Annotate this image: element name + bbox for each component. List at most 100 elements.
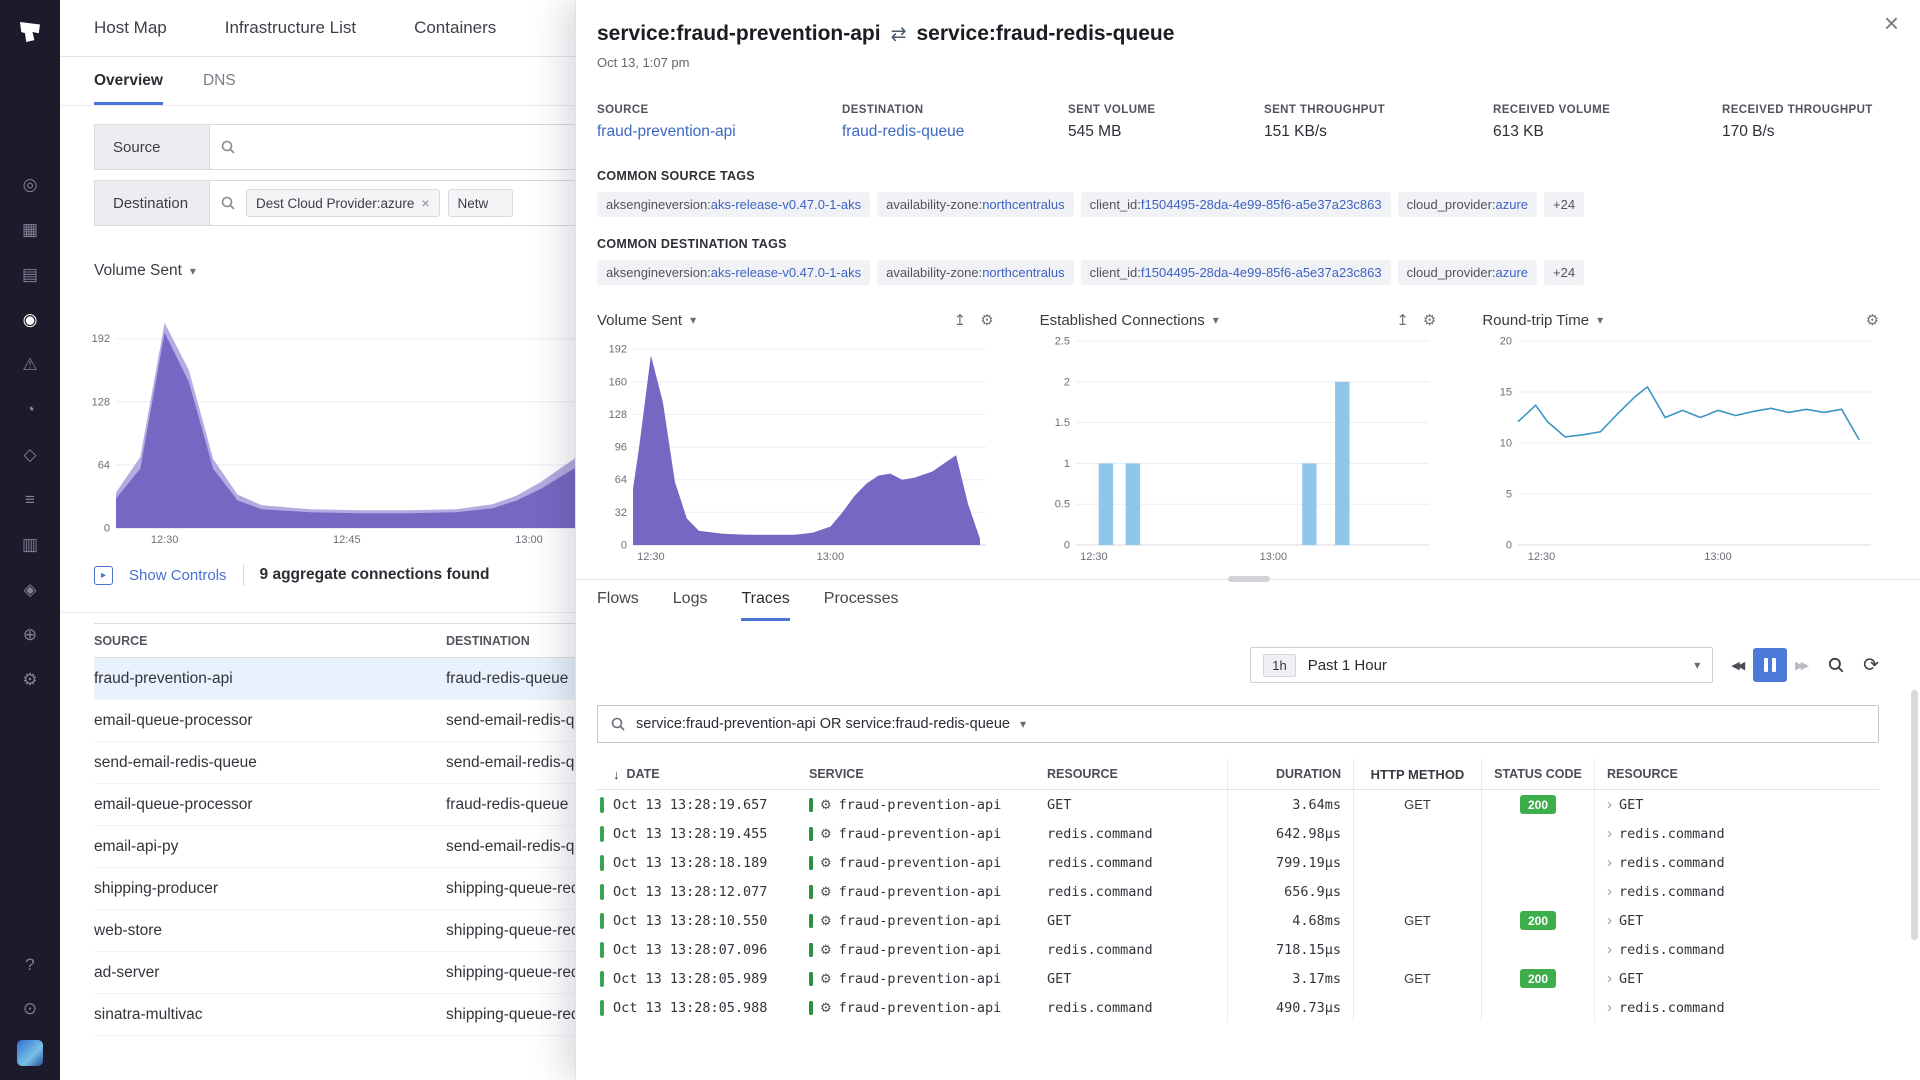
time-range-select[interactable]: 1h Past 1 Hour ▾	[1250, 647, 1713, 683]
panel-tab[interactable]: Flows	[597, 590, 639, 621]
apm-icon[interactable]: ◔	[17, 397, 43, 423]
service-name: fraud-prevention-api	[839, 913, 1002, 929]
destination-link[interactable]: fraud-redis-queue	[842, 123, 1068, 141]
round-trip-time-chart[interactable]: 0510152012:3013:00	[1482, 333, 1879, 565]
service-icon: ⚙	[820, 797, 832, 813]
top-tab[interactable]: Host Map	[94, 18, 167, 38]
sub-tab[interactable]: Overview	[94, 72, 163, 105]
monitors-icon[interactable]: ⚠	[17, 352, 43, 378]
gear-icon[interactable]: ⚙	[1423, 311, 1436, 329]
close-icon[interactable]: ×	[1884, 10, 1899, 36]
chevron-right-icon[interactable]: ›	[1607, 796, 1612, 813]
source-link[interactable]: fraud-prevention-api	[597, 123, 842, 141]
help-icon[interactable]: ?	[17, 952, 43, 978]
trace-row[interactable]: Oct 13 13:28:12.077 ⚙ fraud-prevention-a…	[597, 877, 1879, 906]
trace-row[interactable]: Oct 13 13:28:05.989 ⚙ fraud-prevention-a…	[597, 964, 1879, 993]
resource2-column-header[interactable]: RESOURCE	[1594, 759, 1879, 789]
top-tab[interactable]: Containers	[414, 18, 496, 38]
http-method-column-header[interactable]: HTTP METHOD	[1353, 759, 1481, 789]
filter-pill[interactable]: Dest Cloud Provider:azure ×	[246, 189, 440, 217]
network-icon[interactable]: ◉	[17, 307, 43, 333]
synthetics-icon[interactable]: ◇	[17, 442, 43, 468]
settings-icon[interactable]: ⚙	[17, 667, 43, 693]
chevron-down-icon: ▾	[190, 264, 196, 278]
more-tags-pill[interactable]: +24	[1544, 192, 1584, 217]
chevron-down-icon[interactable]: ▾	[1213, 313, 1219, 327]
chart-title[interactable]: Established Connections	[1040, 312, 1205, 329]
service-column-header[interactable]: SERVICE	[809, 759, 1047, 789]
show-controls-icon[interactable]: ▸	[94, 566, 113, 585]
search-query[interactable]: service:fraud-prevention-api OR service:…	[636, 716, 1010, 732]
chevron-right-icon[interactable]: ›	[1607, 825, 1612, 842]
stat-received-throughput: RECEIVED THROUGHPUT 170 B/s	[1722, 104, 1873, 141]
chevron-right-icon[interactable]: ›	[1607, 912, 1612, 929]
chevron-down-icon[interactable]: ▾	[690, 313, 696, 327]
source-cell: shipping-producer	[94, 880, 446, 898]
panel-tab[interactable]: Logs	[673, 590, 708, 621]
chevron-right-icon[interactable]: ›	[1607, 970, 1612, 987]
tag-pill[interactable]: aksengineversion:aks-release-v0.47.0-1-a…	[597, 192, 870, 217]
integrations-icon[interactable]: ⊕	[17, 622, 43, 648]
tag-pill[interactable]: aksengineversion:aks-release-v0.47.0-1-a…	[597, 260, 870, 285]
gear-icon[interactable]: ⚙	[980, 311, 993, 329]
svg-text:128: 128	[609, 409, 627, 421]
scrollbar-thumb[interactable]	[1911, 690, 1918, 940]
notebooks-icon[interactable]: ▥	[17, 532, 43, 558]
export-icon[interactable]: ↥	[954, 311, 967, 329]
trace-row[interactable]: Oct 13 13:28:19.657 ⚙ fraud-prevention-a…	[597, 790, 1879, 819]
tag-pill[interactable]: client_id:f1504495-28da-4e99-85f6-a5e37a…	[1081, 260, 1391, 285]
panel-tab[interactable]: Processes	[824, 590, 899, 621]
volume-sent-chart[interactable]: 032649612816019212:3013:00	[597, 333, 994, 565]
refresh-button[interactable]: ⟳	[1863, 656, 1879, 675]
user-avatar[interactable]	[17, 1040, 43, 1066]
trace-row[interactable]: Oct 13 13:28:19.455 ⚙ fraud-prevention-a…	[597, 819, 1879, 848]
security-icon[interactable]: ◈	[17, 577, 43, 603]
tag-pill[interactable]: client_id:f1504495-28da-4e99-85f6-a5e37a…	[1081, 192, 1391, 217]
chevron-right-icon[interactable]: ›	[1607, 883, 1612, 900]
watchdog-icon[interactable]: ◎	[17, 172, 43, 198]
chevron-right-icon[interactable]: ›	[1607, 999, 1612, 1016]
rewind-button[interactable]: ◀◀	[1731, 659, 1745, 672]
trace-search-bar[interactable]: service:fraud-prevention-api OR service:…	[597, 705, 1879, 743]
chart-title[interactable]: Volume Sent	[597, 312, 682, 329]
logs-icon[interactable]: ≡	[17, 487, 43, 513]
chevron-down-icon[interactable]: ▾	[1597, 313, 1603, 327]
trace-row[interactable]: Oct 13 13:28:05.988 ⚙ fraud-prevention-a…	[597, 993, 1879, 1022]
tag-pill[interactable]: availability-zone:northcentralus	[877, 260, 1074, 285]
remove-pill-icon[interactable]: ×	[421, 195, 429, 211]
panel-tab[interactable]: Traces	[741, 590, 789, 621]
chart-title[interactable]: Round-trip Time	[1482, 312, 1589, 329]
source-column-header[interactable]: SOURCE	[94, 634, 446, 648]
gear-icon[interactable]: ⚙	[1866, 311, 1879, 329]
dashboards-icon[interactable]: ▦	[17, 217, 43, 243]
source-cell: sinatra-multivac	[94, 1006, 446, 1024]
chevron-right-icon[interactable]: ›	[1607, 854, 1612, 871]
account-icon[interactable]: ⊙	[17, 996, 43, 1022]
trace-row[interactable]: Oct 13 13:28:10.550 ⚙ fraud-prevention-a…	[597, 906, 1879, 935]
duration-column-header[interactable]: DURATION	[1227, 759, 1353, 789]
show-controls-link[interactable]: Show Controls	[129, 567, 227, 584]
trace-duration: 656.9µs	[1227, 877, 1353, 906]
established-connections-chart[interactable]: 00.511.522.512:3013:00	[1040, 333, 1437, 565]
pause-button[interactable]	[1753, 648, 1787, 682]
infrastructure-icon[interactable]: ▤	[17, 262, 43, 288]
resource-column-header[interactable]: RESOURCE	[1047, 759, 1227, 789]
trace-row[interactable]: Oct 13 13:28:07.096 ⚙ fraud-prevention-a…	[597, 935, 1879, 964]
trace-row[interactable]: Oct 13 13:28:18.189 ⚙ fraud-prevention-a…	[597, 848, 1879, 877]
filter-pill[interactable]: Netw ×	[448, 189, 514, 217]
tag-pill[interactable]: availability-zone:northcentralus	[877, 192, 1074, 217]
more-tags-pill[interactable]: +24	[1544, 260, 1584, 285]
top-tab[interactable]: Infrastructure List	[225, 18, 356, 38]
chevron-right-icon[interactable]: ›	[1607, 941, 1612, 958]
chevron-down-icon[interactable]: ▾	[1020, 717, 1026, 731]
sub-tab[interactable]: DNS	[203, 72, 236, 105]
zoom-search-button[interactable]	[1827, 656, 1845, 674]
status-code-column-header[interactable]: STATUS CODE	[1481, 759, 1594, 789]
drag-handle[interactable]	[1228, 576, 1270, 582]
forward-button[interactable]: ▶▶	[1795, 659, 1809, 672]
export-icon[interactable]: ↥	[1396, 311, 1409, 329]
tag-pill[interactable]: cloud_provider:azure	[1398, 192, 1537, 217]
tag-pill[interactable]: cloud_provider:azure	[1398, 260, 1537, 285]
date-column-header[interactable]: ↓ DATE	[613, 759, 809, 789]
datadog-logo[interactable]	[8, 10, 52, 54]
